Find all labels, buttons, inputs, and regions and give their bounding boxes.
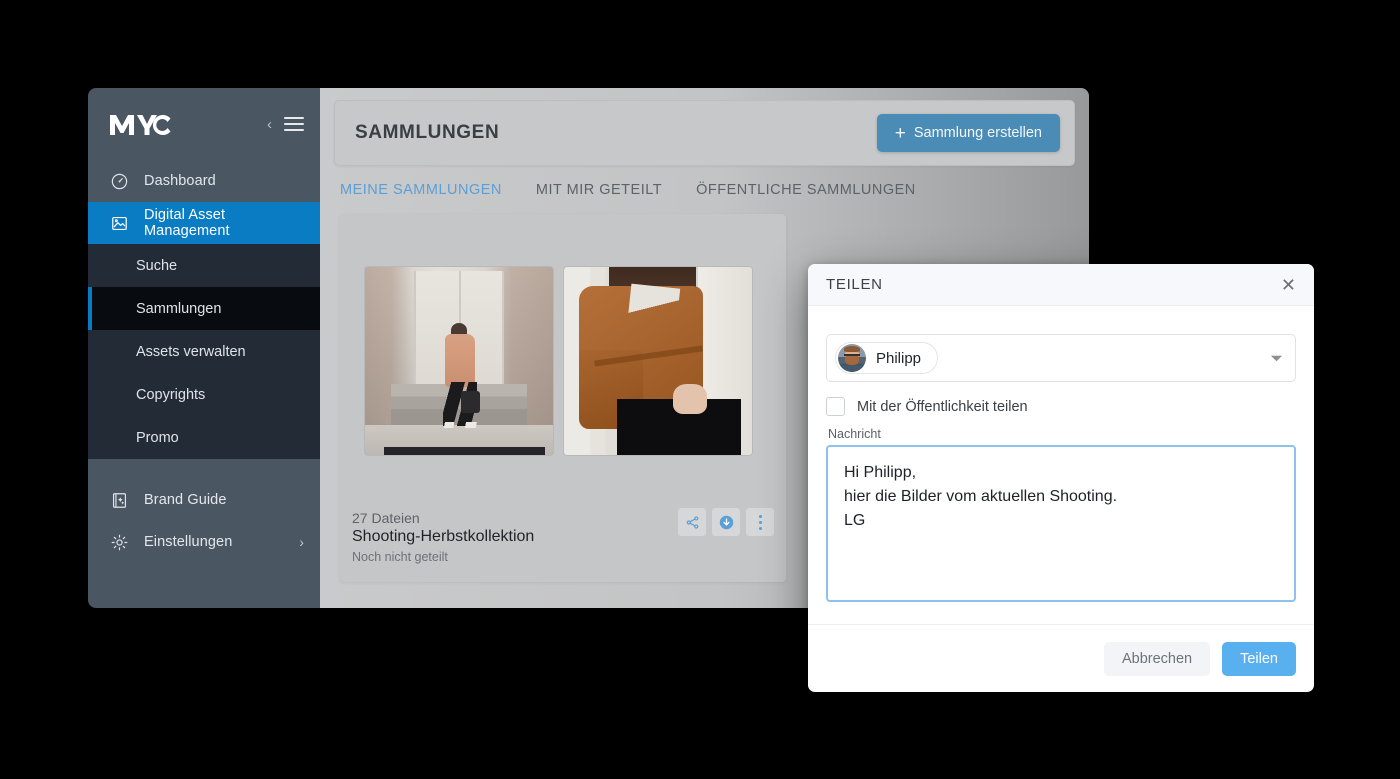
thumbnail-image bbox=[564, 267, 752, 455]
recipient-chip[interactable]: Philipp bbox=[835, 342, 939, 374]
collection-card[interactable]: 27 Dateien Shooting-Herbstkollektion Noc… bbox=[340, 214, 786, 582]
sidebar-brand-row: ‹ bbox=[88, 88, 320, 160]
share-button[interactable]: Teilen bbox=[1222, 641, 1296, 676]
sidebar-subitem-label: Suche bbox=[136, 257, 178, 274]
create-collection-button[interactable]: + Sammlung erstellen bbox=[876, 114, 1060, 152]
sidebar-subitem-label: Copyrights bbox=[136, 386, 206, 403]
plus-icon: + bbox=[894, 122, 906, 144]
brand-book-icon bbox=[108, 489, 130, 511]
tab-label: ÖFFENTLICHE SAMMLUNGEN bbox=[696, 182, 916, 198]
sidebar-item-label: Einstellungen bbox=[144, 534, 233, 550]
chevron-right-icon: › bbox=[299, 534, 304, 550]
mmc-logo[interactable] bbox=[108, 111, 178, 137]
page-title: SAMMLUNGEN bbox=[355, 122, 500, 143]
sidebar-bottom-group: Brand Guide Einstellungen › bbox=[88, 479, 320, 563]
sidebar-subitem-label: Promo bbox=[136, 429, 179, 446]
tab-label: MIT MIR GETEILT bbox=[535, 182, 663, 198]
chevron-down-icon[interactable] bbox=[1270, 354, 1283, 363]
sidebar-item-promo[interactable]: Promo bbox=[88, 416, 320, 459]
message-label: Nachricht bbox=[828, 427, 881, 441]
tab-oeffentliche-sammlungen[interactable]: ÖFFENTLICHE SAMMLUNGEN bbox=[696, 182, 916, 198]
collection-share-status: Noch nicht geteilt bbox=[352, 550, 448, 564]
image-icon bbox=[108, 212, 130, 234]
collection-name: Shooting-Herbstkollektion bbox=[352, 528, 535, 545]
public-share-checkbox[interactable] bbox=[826, 397, 845, 416]
tab-bar: MEINE SAMMLUNGEN MIT MIR GETEILT ÖFFENTL… bbox=[334, 166, 1075, 214]
gauge-icon bbox=[108, 170, 130, 192]
collection-file-count: 27 Dateien bbox=[352, 510, 420, 526]
sidebar-item-label: Dashboard bbox=[144, 173, 216, 189]
dialog-footer: Abbrechen Teilen bbox=[808, 624, 1314, 692]
sidebar-item-dashboard[interactable]: Dashboard bbox=[88, 160, 320, 202]
recipient-select[interactable]: Philipp bbox=[826, 334, 1296, 382]
tab-meine-sammlungen[interactable]: MEINE SAMMLUNGEN bbox=[340, 182, 502, 198]
dialog-body: Philipp Mit der Öffentlichkeit teilen Na… bbox=[808, 306, 1314, 624]
public-share-label: Mit der Öffentlichkeit teilen bbox=[857, 398, 1028, 415]
sidebar-subitem-label: Sammlungen bbox=[136, 300, 222, 317]
sidebar-subitem-label: Assets verwalten bbox=[136, 343, 246, 360]
collection-card-footer: 27 Dateien Shooting-Herbstkollektion Noc… bbox=[340, 496, 786, 582]
sidebar-item-suche[interactable]: Suche bbox=[88, 244, 320, 287]
thumbnail-street[interactable] bbox=[364, 266, 554, 456]
collection-thumbnails bbox=[340, 214, 786, 456]
sidebar-item-einstellungen[interactable]: Einstellungen › bbox=[88, 521, 320, 563]
sidebar-item-brand-guide[interactable]: Brand Guide bbox=[88, 479, 320, 521]
page-header: SAMMLUNGEN + Sammlung erstellen bbox=[334, 100, 1075, 166]
avatar bbox=[838, 344, 866, 372]
dialog-header: TEILEN ✕ bbox=[808, 264, 1314, 306]
message-input[interactable] bbox=[826, 445, 1296, 602]
dialog-title: TEILEN bbox=[826, 276, 883, 293]
tab-label: MEINE SAMMLUNGEN bbox=[340, 182, 502, 198]
thumbnail-blouse[interactable] bbox=[563, 266, 753, 456]
sidebar-item-digital-asset-management[interactable]: Digital Asset Management bbox=[88, 202, 320, 244]
create-collection-label: Sammlung erstellen bbox=[913, 125, 1042, 141]
sidebar-subnav: Suche Sammlungen Assets verwalten Copyri… bbox=[88, 244, 320, 459]
sidebar-item-copyrights[interactable]: Copyrights bbox=[88, 373, 320, 416]
tab-mit-mir-geteilt[interactable]: MIT MIR GETEILT bbox=[536, 182, 662, 198]
hamburger-icon[interactable] bbox=[284, 117, 304, 131]
share-dialog: TEILEN ✕ Philipp Mit der Öffentlichkeit … bbox=[808, 264, 1314, 692]
sidebar-item-label: Brand Guide bbox=[144, 492, 227, 508]
sidebar-item-sammlungen[interactable]: Sammlungen bbox=[88, 287, 320, 330]
sidebar-item-assets-verwalten[interactable]: Assets verwalten bbox=[88, 330, 320, 373]
sidebar-item-label: Digital Asset Management bbox=[144, 207, 230, 239]
close-icon[interactable]: ✕ bbox=[1279, 272, 1298, 298]
sidebar-brand-actions: ‹ bbox=[267, 117, 304, 132]
recipient-name: Philipp bbox=[876, 349, 922, 367]
gear-icon bbox=[108, 531, 130, 553]
cancel-button[interactable]: Abbrechen bbox=[1103, 641, 1211, 676]
thumbnail-image bbox=[365, 267, 553, 455]
sidebar: ‹ Dashboard Digital Asset Management Suc… bbox=[88, 88, 320, 608]
chevron-left-icon[interactable]: ‹ bbox=[267, 117, 272, 132]
screenshot-stage: ‹ Dashboard Digital Asset Management Suc… bbox=[0, 0, 1400, 779]
public-share-row[interactable]: Mit der Öffentlichkeit teilen bbox=[826, 397, 1296, 416]
